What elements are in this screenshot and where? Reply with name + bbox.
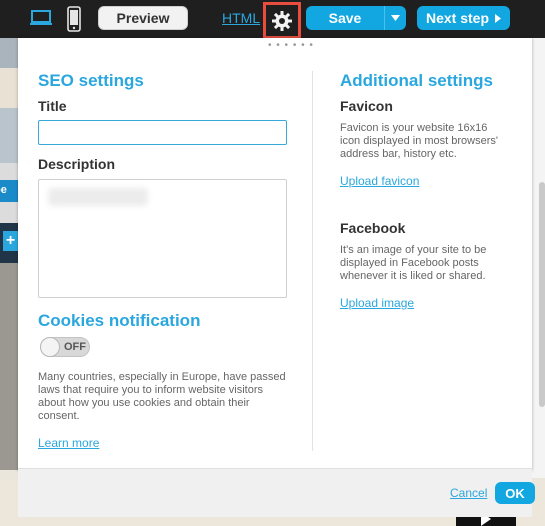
background-tag: be [0, 180, 18, 202]
cookies-heading: Cookies notification [38, 311, 201, 330]
mobile-icon[interactable] [67, 6, 81, 37]
toggle-knob [40, 337, 60, 357]
triangle-right-icon [495, 13, 502, 23]
background-image [0, 263, 18, 470]
seo-heading: SEO settings [38, 71, 144, 90]
cancel-button[interactable]: Cancel [450, 486, 487, 500]
ok-button[interactable]: OK [495, 482, 535, 504]
drag-handle[interactable]: • • • • • • [268, 41, 314, 51]
next-step-button[interactable]: Next step [417, 6, 510, 30]
learn-more-link[interactable]: Learn more [38, 436, 99, 450]
save-button[interactable]: Save [306, 6, 406, 30]
settings-button[interactable] [263, 2, 301, 39]
html-link[interactable]: HTML [222, 10, 260, 26]
background-image [0, 108, 18, 163]
facebook-description: It's an image of your site to be display… [340, 244, 487, 282]
seo-column: SEO settings Title [38, 71, 288, 114]
scrollbar[interactable] [539, 182, 545, 407]
background-image [0, 38, 18, 68]
blurred-description-text [48, 188, 148, 206]
gear-icon [272, 10, 292, 31]
additional-column: Additional settings Favicon Favicon is y… [340, 71, 510, 312]
favicon-label: Favicon [340, 98, 393, 114]
cookies-description: Many countries, especially in Europe, ha… [38, 371, 286, 422]
desktop-icon[interactable] [30, 9, 52, 32]
facebook-label: Facebook [340, 220, 406, 236]
background-image [0, 68, 18, 108]
next-step-label: Next step [425, 10, 490, 26]
cookies-toggle[interactable]: OFF [40, 337, 90, 357]
favicon-description: Favicon is your website 16x16 icon displ… [340, 122, 499, 160]
save-button-label: Save [328, 10, 362, 26]
description-label: Description [38, 156, 116, 172]
add-element-button[interactable]: + [3, 231, 18, 251]
title-input[interactable] [38, 120, 287, 145]
settings-modal: • • • • • • SEO settings Title Descripti… [18, 38, 532, 471]
preview-button[interactable]: Preview [98, 6, 188, 30]
top-toolbar: Preview HTML Save Next step [0, 0, 545, 39]
upload-favicon-link[interactable]: Upload favicon [340, 174, 419, 188]
toggle-state: OFF [64, 341, 86, 353]
column-divider [312, 71, 313, 451]
additional-heading: Additional settings [340, 71, 493, 90]
upload-image-link[interactable]: Upload image [340, 296, 414, 310]
title-label: Title [38, 98, 67, 114]
background-page-left: be + [0, 38, 18, 470]
chevron-down-icon[interactable] [385, 15, 406, 21]
